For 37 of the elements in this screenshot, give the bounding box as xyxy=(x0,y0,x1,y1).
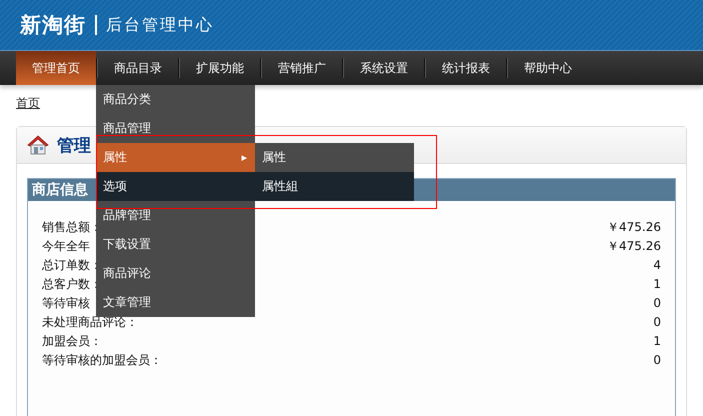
menu-item[interactable]: 下载设置 xyxy=(96,230,255,259)
section-title: 商店信息 xyxy=(32,181,88,199)
header-subtitle: 后台管理中心 xyxy=(106,14,214,36)
panel-title: 管理 xyxy=(57,134,91,156)
row-value: 1 xyxy=(653,276,661,293)
nav-tab[interactable]: 管理首页 xyxy=(16,51,96,85)
nav-tab[interactable]: 扩展功能 xyxy=(180,51,260,85)
menu-item[interactable]: 文章管理 xyxy=(96,288,255,317)
row-label: 等待审核的加盟会员： xyxy=(42,352,162,369)
breadcrumb-link[interactable]: 首页 xyxy=(16,96,40,110)
row-value: ￥475.26 xyxy=(607,219,661,236)
row-label: 等待审核 xyxy=(42,295,90,312)
submenu-item[interactable]: 属性組 xyxy=(255,172,414,201)
nav-tab[interactable]: 系统设置 xyxy=(344,51,424,85)
menu-item[interactable]: 属性 ▸ xyxy=(96,143,255,172)
menu-item[interactable]: 选项 xyxy=(96,172,255,201)
menu-item[interactable]: 商品管理 xyxy=(96,114,255,143)
row-value: ￥475.26 xyxy=(607,238,661,255)
nav-tab[interactable]: 统计报表 xyxy=(426,51,506,85)
menu-item[interactable]: 商品分类 xyxy=(96,85,255,114)
logo-text: 新淘街 xyxy=(20,12,86,39)
header-divider xyxy=(95,15,97,35)
house-icon xyxy=(27,135,49,155)
row-label: 今年全年 xyxy=(42,238,90,255)
row-value: 0 xyxy=(653,352,661,369)
row-value: 0 xyxy=(653,295,661,312)
row-label: 未处理商品评论： xyxy=(42,314,138,331)
row-value: 1 xyxy=(653,333,661,350)
submenu-item[interactable]: 属性 xyxy=(255,143,414,172)
row-value: 4 xyxy=(653,257,661,274)
menu-item[interactable]: 商品评论 xyxy=(96,259,255,288)
row-value: 0 xyxy=(653,314,661,331)
nav-tab[interactable]: 营销推广 xyxy=(262,51,342,85)
nav-tab[interactable]: 帮助中心 xyxy=(508,51,588,85)
row-label: 加盟会员： xyxy=(42,333,102,350)
menu-item[interactable]: 品牌管理 xyxy=(96,201,255,230)
nav-tab[interactable]: 商品目录 xyxy=(98,51,178,85)
